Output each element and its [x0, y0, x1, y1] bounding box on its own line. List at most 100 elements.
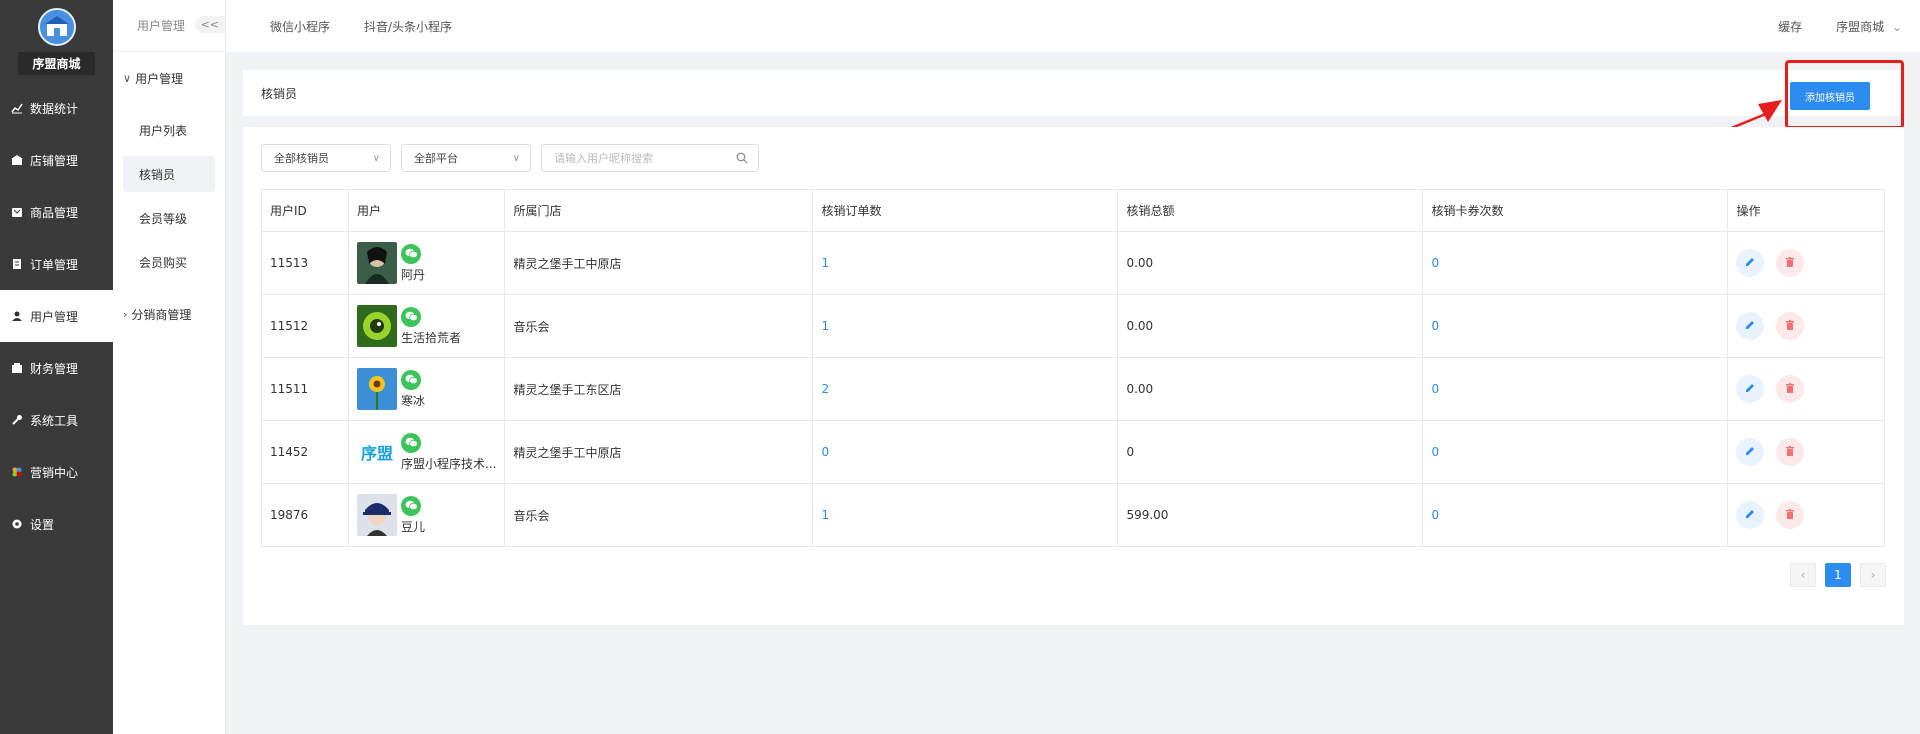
nav-item-label: 财务管理: [30, 361, 79, 376]
account-name: 序盟商城: [1836, 19, 1885, 34]
delete-button[interactable]: [1776, 438, 1805, 466]
delete-button[interactable]: [1776, 312, 1805, 340]
cell-actions: [1727, 231, 1885, 295]
sub-item-member-purchase[interactable]: 会员购买: [123, 244, 215, 280]
col-orders: 核销订单数: [812, 189, 1119, 232]
collapse-button[interactable]: <<: [194, 16, 225, 33]
search-input[interactable]: 请输入用户昵称搜索: [541, 144, 759, 172]
nav-item-2[interactable]: 商品管理: [0, 186, 113, 238]
delete-button[interactable]: [1776, 249, 1805, 277]
wechat-icon: [401, 306, 421, 327]
edit-button[interactable]: [1736, 438, 1765, 466]
prev-page-button[interactable]: ‹: [1790, 563, 1816, 587]
order-icon: [10, 257, 24, 271]
edit-button[interactable]: [1736, 501, 1765, 529]
sub-group-user[interactable]: ∨ 用户管理: [113, 52, 225, 104]
nav-item-8[interactable]: 设置: [0, 498, 113, 550]
avatar: [357, 305, 397, 347]
sub-sidebar-header: 用户管理 <<: [113, 0, 225, 52]
cell-orders[interactable]: 1: [812, 483, 1119, 547]
wrench-icon: [10, 413, 24, 427]
cell-user-id: 19876: [261, 483, 349, 547]
tab-douyin[interactable]: 抖音/头条小程序: [364, 18, 452, 35]
marketing-icon: [10, 465, 24, 479]
content-panel: 全部核销员 ∨ 全部平台 ∨ 请输入用户昵称搜索 用户ID 用户 所属门店 核销…: [243, 127, 1904, 625]
cache-link[interactable]: 缓存: [1778, 18, 1802, 35]
sub-sidebar-title: 用户管理: [137, 19, 186, 33]
platform-select[interactable]: 全部平台 ∨: [401, 144, 531, 172]
nav-item-7[interactable]: 营销中心: [0, 446, 113, 498]
edit-button[interactable]: [1736, 312, 1765, 340]
cell-coupons[interactable]: 0: [1422, 420, 1729, 484]
next-page-button[interactable]: ›: [1860, 563, 1886, 587]
platform-select-value: 全部平台: [414, 152, 458, 165]
main-sidebar: 序盟商城 数据统计 店铺管理 商品管理 订单管理 用户管理 财务管理 系统工具 营销中心 设置: [0, 0, 113, 734]
finance-icon: [10, 361, 24, 375]
pagination: ‹ 1 ›: [1781, 563, 1886, 587]
user-name: 序盟小程序技术...: [401, 456, 497, 471]
cell-user: 阿丹: [347, 231, 506, 295]
staff-select[interactable]: 全部核销员 ∨: [261, 144, 391, 172]
col-total: 核销总额: [1117, 189, 1424, 232]
cell-user: 生活拾荒者: [347, 294, 506, 358]
tab-wechat[interactable]: 微信小程序: [270, 18, 330, 35]
edit-button[interactable]: [1736, 249, 1765, 277]
cell-orders[interactable]: 1: [812, 231, 1119, 295]
top-right: 缓存 序盟商城 ⌄: [1744, 0, 1902, 52]
nav-item-label: 商品管理: [30, 205, 79, 220]
cell-coupons[interactable]: 0: [1422, 357, 1729, 421]
avatar: [357, 494, 397, 536]
staff-select-value: 全部核销员: [274, 152, 329, 165]
delete-button[interactable]: [1776, 375, 1805, 403]
nav-item-0[interactable]: 数据统计: [0, 82, 113, 134]
pencil-icon: [1744, 319, 1756, 334]
col-user-id: 用户ID: [261, 189, 349, 232]
nav-item-label: 系统工具: [30, 413, 79, 428]
col-user: 用户: [347, 189, 506, 232]
delete-button[interactable]: [1776, 501, 1805, 529]
account-menu[interactable]: 序盟商城 ⌄: [1836, 18, 1902, 35]
store-icon: [10, 153, 24, 167]
nav-item-1[interactable]: 店铺管理: [0, 134, 113, 186]
pencil-icon: [1744, 256, 1756, 271]
table-row: 11512 生活拾荒者 音乐会 1 0.00 0: [261, 294, 1885, 358]
nav-item-4[interactable]: 用户管理: [0, 290, 113, 342]
page-1-button[interactable]: 1: [1825, 563, 1851, 587]
cell-orders[interactable]: 1: [812, 294, 1119, 358]
shop-logo: [37, 8, 76, 46]
nav-item-label: 店铺管理: [30, 153, 79, 168]
page-title: 核销员: [261, 86, 298, 101]
nav-item-label: 设置: [30, 517, 55, 532]
cell-coupons[interactable]: 0: [1422, 231, 1729, 295]
sub-item-user-list[interactable]: 用户列表: [123, 112, 215, 148]
sub-item-verifier[interactable]: 核销员: [123, 156, 215, 192]
col-coupons: 核销卡券次数: [1422, 189, 1729, 232]
search-icon[interactable]: [736, 152, 748, 164]
nav-item-3[interactable]: 订单管理: [0, 238, 113, 290]
cell-orders[interactable]: 0: [812, 420, 1119, 484]
sub-group-distributor[interactable]: › 分销商管理: [113, 288, 225, 340]
cell-orders[interactable]: 2: [812, 357, 1119, 421]
nav-item-label: 营销中心: [30, 465, 79, 480]
cell-user-id: 11511: [261, 357, 349, 421]
cell-coupons[interactable]: 0: [1422, 483, 1729, 547]
user-icon: [10, 309, 24, 323]
cell-coupons[interactable]: 0: [1422, 294, 1729, 358]
trash-icon: [1784, 508, 1796, 523]
user-name: 寒冰: [401, 393, 426, 408]
sub-sidebar: 用户管理 << ∨ 用户管理 用户列表 核销员 会员等级 会员购买 › 分销商管…: [113, 0, 226, 734]
cell-user-id: 11513: [261, 231, 349, 295]
nav-item-6[interactable]: 系统工具: [0, 394, 113, 446]
chevron-right-icon: ›: [123, 307, 128, 321]
sub-item-member-level[interactable]: 会员等级: [123, 200, 215, 236]
edit-button[interactable]: [1736, 375, 1765, 403]
wechat-icon: [401, 369, 421, 390]
trash-icon: [1784, 256, 1796, 271]
nav-item-5[interactable]: 财务管理: [0, 342, 113, 394]
goods-icon: [10, 205, 24, 219]
cell-user-id: 11512: [261, 294, 349, 358]
cell-actions: [1727, 294, 1885, 358]
chart-icon: [10, 101, 24, 115]
verifier-table: 用户ID 用户 所属门店 核销订单数 核销总额 核销卡券次数 操作 11513 阿…: [261, 189, 1885, 547]
table-row: 11511 寒冰 精灵之堡手工东区店 2 0.00 0: [261, 357, 1885, 421]
